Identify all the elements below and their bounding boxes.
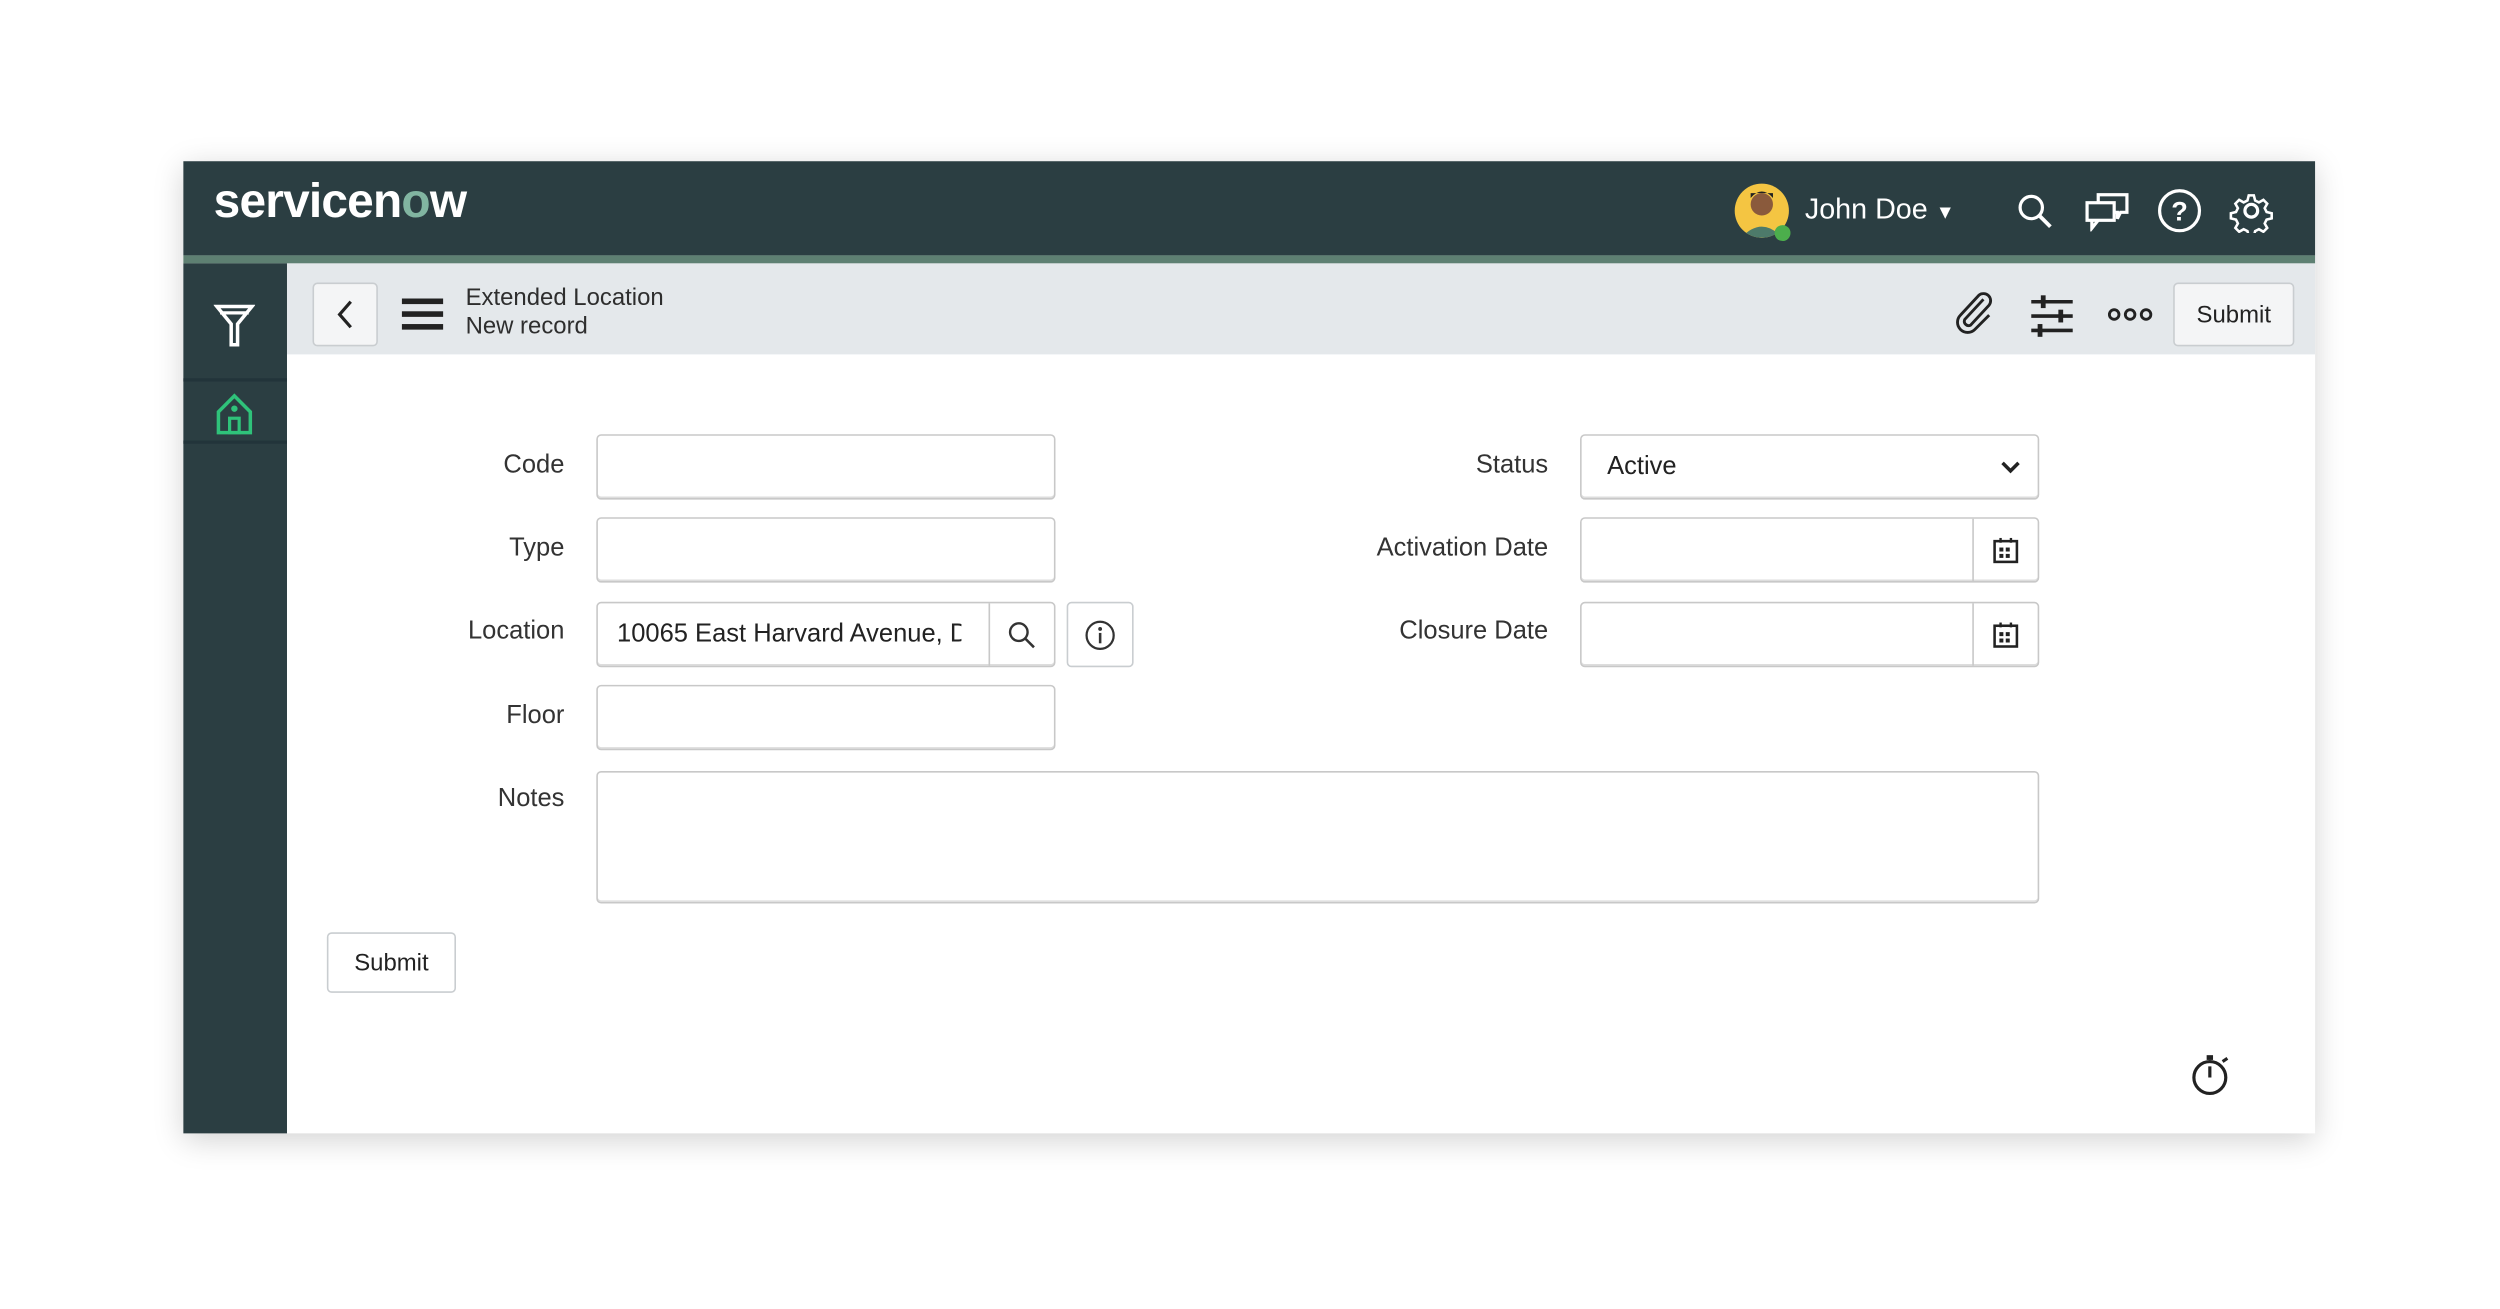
- user-name: John Doe: [1804, 193, 1928, 226]
- more-options-icon[interactable]: [2107, 306, 2153, 322]
- closure-date-input[interactable]: [1580, 601, 2040, 668]
- activation-date-input[interactable]: [1580, 517, 2040, 583]
- status-select[interactable]: Active: [1580, 434, 2040, 500]
- status-value: Active: [1607, 453, 1677, 481]
- type-input[interactable]: [596, 517, 1056, 583]
- sidebar-divider: [183, 378, 287, 382]
- form-submit-button[interactable]: Submit: [326, 932, 456, 993]
- location-input[interactable]: 10065 East Harvard Avenue, Denver: [596, 601, 1056, 668]
- notes-label: Notes: [497, 785, 565, 813]
- logo-text: servicen: [213, 175, 403, 229]
- location-label: Location: [467, 617, 565, 645]
- help-icon[interactable]: ?: [2157, 188, 2202, 233]
- svg-text:?: ?: [2171, 195, 2188, 226]
- servicenow-logo[interactable]: servicenow: [214, 176, 467, 230]
- chat-icon[interactable]: [2084, 190, 2132, 232]
- record-title: Extended Location New record: [466, 284, 664, 341]
- floor-label: Floor: [506, 702, 565, 730]
- closure-date-picker-button[interactable]: [1972, 603, 2037, 666]
- back-button[interactable]: [312, 282, 378, 347]
- filter-icon[interactable]: [213, 302, 256, 350]
- home-icon[interactable]: [215, 391, 253, 436]
- top-header: [183, 161, 2316, 256]
- presence-indicator: [1774, 225, 1791, 242]
- calendar-icon: [1993, 621, 2019, 647]
- closure-date-label: Closure Date: [1399, 617, 1549, 645]
- status-label: Status: [1475, 451, 1549, 479]
- table-name: Extended Location: [465, 284, 664, 312]
- code-label: Code: [503, 451, 565, 479]
- header-accent-stripe: [183, 255, 2316, 264]
- notes-textarea[interactable]: [596, 771, 2040, 904]
- user-menu[interactable]: John Doe ▼: [1805, 193, 1955, 227]
- chevron-down-icon: [2001, 461, 2020, 474]
- search-icon[interactable]: [2015, 192, 2053, 230]
- type-label: Type: [509, 534, 565, 562]
- caret-down-icon: ▼: [1935, 201, 1955, 224]
- logo-text: o: [401, 175, 430, 229]
- record-subtitle: New record: [465, 312, 588, 341]
- sliders-icon[interactable]: [2030, 294, 2075, 339]
- gear-icon[interactable]: [2229, 188, 2274, 234]
- activation-date-picker-button[interactable]: [1972, 518, 2037, 582]
- code-input[interactable]: [596, 434, 1056, 500]
- location-lookup-button[interactable]: [988, 603, 1054, 666]
- floor-input[interactable]: [596, 684, 1056, 751]
- location-value: 10065 East Harvard Avenue, Denver: [617, 620, 961, 649]
- activation-date-label: Activation Date: [1376, 534, 1549, 562]
- info-icon: [1085, 619, 1115, 650]
- paperclip-icon[interactable]: [1953, 292, 1998, 337]
- page: servicenow John Doe ▼ ? Extended Locatio…: [0, 0, 2500, 1309]
- hamburger-menu-icon[interactable]: [401, 297, 444, 332]
- location-info-button[interactable]: [1066, 601, 1134, 668]
- sidebar-divider: [183, 440, 287, 444]
- search-icon: [1008, 621, 1035, 648]
- calendar-icon: [1993, 537, 2019, 563]
- chevron-left-icon: [336, 300, 352, 329]
- stopwatch-icon[interactable]: [2191, 1054, 2232, 1099]
- header-submit-button[interactable]: Submit: [2173, 282, 2295, 347]
- logo-text: w: [429, 175, 467, 229]
